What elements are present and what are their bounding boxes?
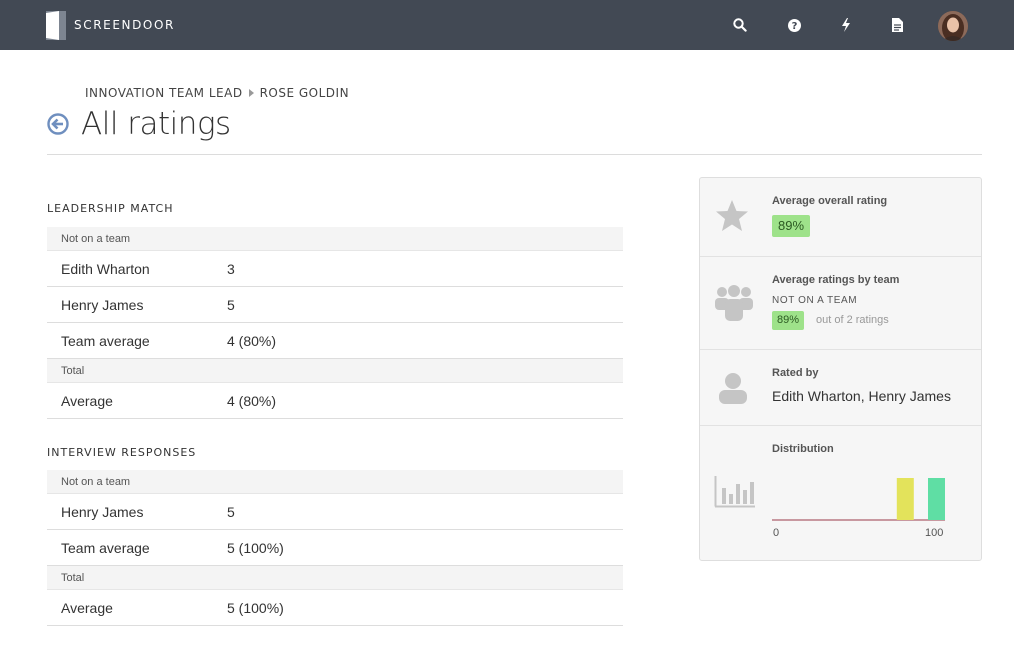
average-label: Average (61, 392, 113, 409)
breadcrumb-job[interactable]: INNOVATION TEAM LEAD (85, 86, 243, 100)
rated-by-section: Rated by Edith Wharton, Henry James (700, 350, 981, 426)
overall-rating-label: Average overall rating (772, 195, 888, 207)
rating-value: 3 (227, 260, 235, 277)
rated-by-names: Edith Wharton, Henry James (772, 388, 951, 404)
star-icon (716, 200, 748, 231)
table-row: Edith Wharton 3 (47, 251, 623, 287)
rated-by-label: Rated by (772, 367, 819, 379)
person-icon (719, 373, 747, 404)
section-title-interview-responses: INTERVIEW RESPONSES (47, 446, 197, 459)
page-title: All ratings (81, 106, 231, 142)
rater-name: Henry James (61, 503, 144, 520)
breadcrumb: INNOVATION TEAM LEAD ROSE GOLDIN (85, 86, 349, 100)
distribution-label: Distribution (772, 443, 834, 455)
distribution-axis-max: 100 (925, 527, 944, 539)
average-label: Average (61, 599, 113, 616)
rating-value: 5 (227, 296, 235, 313)
search-icon[interactable] (731, 16, 749, 34)
team-ratings-section: Average ratings by team NOT ON A TEAM 89… (700, 257, 981, 350)
section-title-leadership-match: LEADERSHIP MATCH (47, 202, 174, 215)
team-group-header: Not on a team (47, 227, 623, 251)
group-icon (715, 285, 753, 321)
distribution-axis-min: 0 (773, 527, 780, 539)
distribution-chart (772, 478, 945, 521)
back-arrow-icon[interactable] (47, 113, 69, 135)
total-group-header: Total (47, 359, 623, 383)
distribution-section: Distribution 0 100 (700, 426, 981, 560)
table-row: Team average 5 (100%) (47, 530, 623, 566)
ratings-table-interview-responses: Not on a team Henry James 5 Team average… (47, 470, 623, 626)
distribution-bar-100 (928, 478, 945, 520)
team-name: NOT ON A TEAM (772, 295, 858, 306)
team-group-header: Not on a team (47, 470, 623, 494)
lightning-icon[interactable] (837, 16, 855, 34)
brand-name[interactable]: SCREENDOOR (74, 18, 175, 32)
breadcrumb-candidate[interactable]: ROSE GOLDIN (260, 86, 349, 100)
team-average-value: 5 (100%) (227, 539, 284, 556)
table-row: Team average 4 (80%) (47, 323, 623, 359)
rating-value: 5 (227, 503, 235, 520)
ratings-table-leadership-match: Not on a team Edith Wharton 3 Henry Jame… (47, 227, 623, 419)
document-icon[interactable] (888, 16, 906, 34)
table-row: Henry James 5 (47, 287, 623, 323)
team-average-label: Team average (61, 539, 150, 556)
table-row: Average 5 (100%) (47, 590, 623, 626)
summary-card: Average overall rating 89% Average ratin… (699, 177, 982, 561)
average-value: 4 (80%) (227, 392, 277, 409)
top-navbar: SCREENDOOR ? (0, 0, 1014, 50)
rater-name: Henry James (61, 296, 144, 313)
distribution-bar-80 (896, 478, 914, 520)
table-row: Henry James 5 (47, 494, 623, 530)
rater-name: Edith Wharton (61, 260, 150, 277)
header-divider (47, 154, 982, 155)
screendoor-logo-icon[interactable] (46, 11, 66, 40)
overall-rating-section: Average overall rating 89% (700, 178, 981, 257)
bar-chart-icon (714, 476, 755, 508)
user-avatar[interactable] (938, 11, 968, 41)
team-average-value: 4 (80%) (227, 332, 277, 349)
svg-text:?: ? (791, 21, 797, 32)
table-row: Average 4 (80%) (47, 383, 623, 419)
total-group-header: Total (47, 566, 623, 590)
team-average-label: Team average (61, 332, 150, 349)
team-ratings-label: Average ratings by team (772, 274, 900, 286)
breadcrumb-separator-icon (248, 89, 254, 97)
overall-rating-badge: 89% (772, 215, 811, 237)
average-value: 5 (100%) (227, 599, 284, 616)
team-rating-count: out of 2 ratings (816, 314, 889, 326)
help-icon[interactable]: ? (785, 16, 803, 34)
team-rating-badge: 89% (772, 311, 805, 330)
